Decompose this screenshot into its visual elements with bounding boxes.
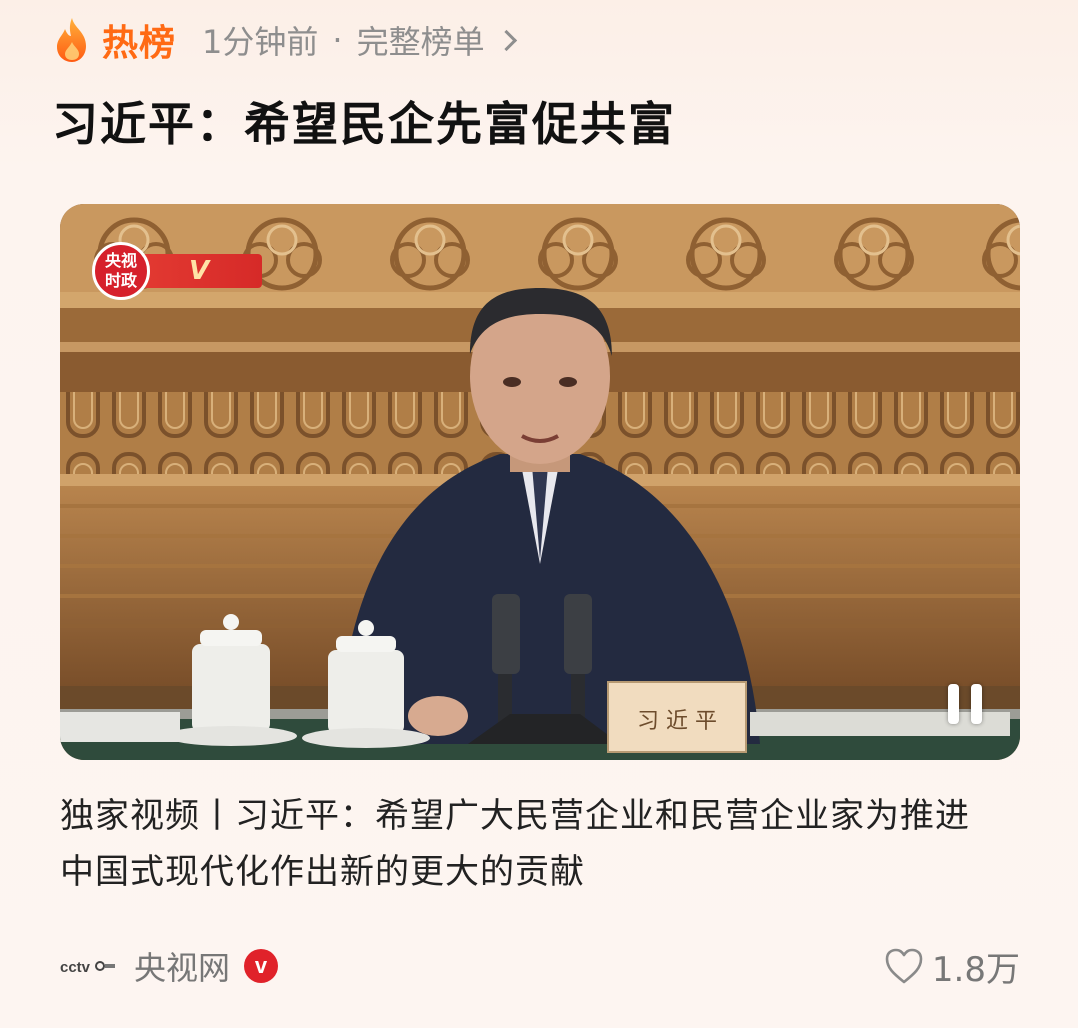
source-name[interactable]: 央视网 — [134, 943, 230, 989]
time-ago: 1分钟前 — [202, 23, 319, 61]
pause-icon[interactable] — [948, 684, 982, 724]
header-meta: 1分钟前 · 完整榜单 — [202, 17, 517, 63]
chevron-right-icon[interactable] — [495, 29, 517, 51]
nameplate-text: 习 近 平 — [637, 709, 717, 734]
like-button[interactable]: 1.8万 — [884, 942, 1020, 991]
cctv-politics-badge: 央视 时政 V — [92, 242, 262, 300]
flame-icon — [57, 18, 86, 62]
heart-icon[interactable] — [884, 947, 924, 985]
pause-bar-right — [971, 684, 982, 724]
verified-icon: v — [244, 949, 279, 983]
meta-separator: · — [332, 21, 343, 59]
card-footer: cctv 央视网 v 1.8万 — [60, 940, 1020, 992]
full-list-link[interactable]: 完整榜单 — [357, 17, 485, 63]
like-count: 1.8万 — [931, 949, 1020, 990]
hot-list-card: 热榜 1分钟前 · 完整榜单 习近平：希望民企先富促共富 习 近 平 央视 时政… — [0, 0, 1078, 1028]
headline[interactable]: 习近平：希望民企先富促共富 — [52, 88, 676, 154]
cctv-logo-icon: cctv — [60, 959, 115, 976]
badge-circle: 央视 时政 — [92, 242, 150, 300]
video-caption[interactable]: 独家视频丨习近平：希望广大民营企业和民营企业家为推进中国式现代化作出新的更大的贡… — [60, 788, 1000, 900]
hot-list-label[interactable]: 热榜 — [102, 14, 176, 66]
svg-text:cctv: cctv — [60, 959, 91, 976]
hot-list-header: 热榜 1分钟前 · 完整榜单 — [52, 14, 517, 66]
pause-bar-left — [948, 684, 959, 724]
video-player[interactable]: 习 近 平 央视 时政 V — [60, 204, 1020, 760]
badge-strip: V — [136, 254, 262, 288]
